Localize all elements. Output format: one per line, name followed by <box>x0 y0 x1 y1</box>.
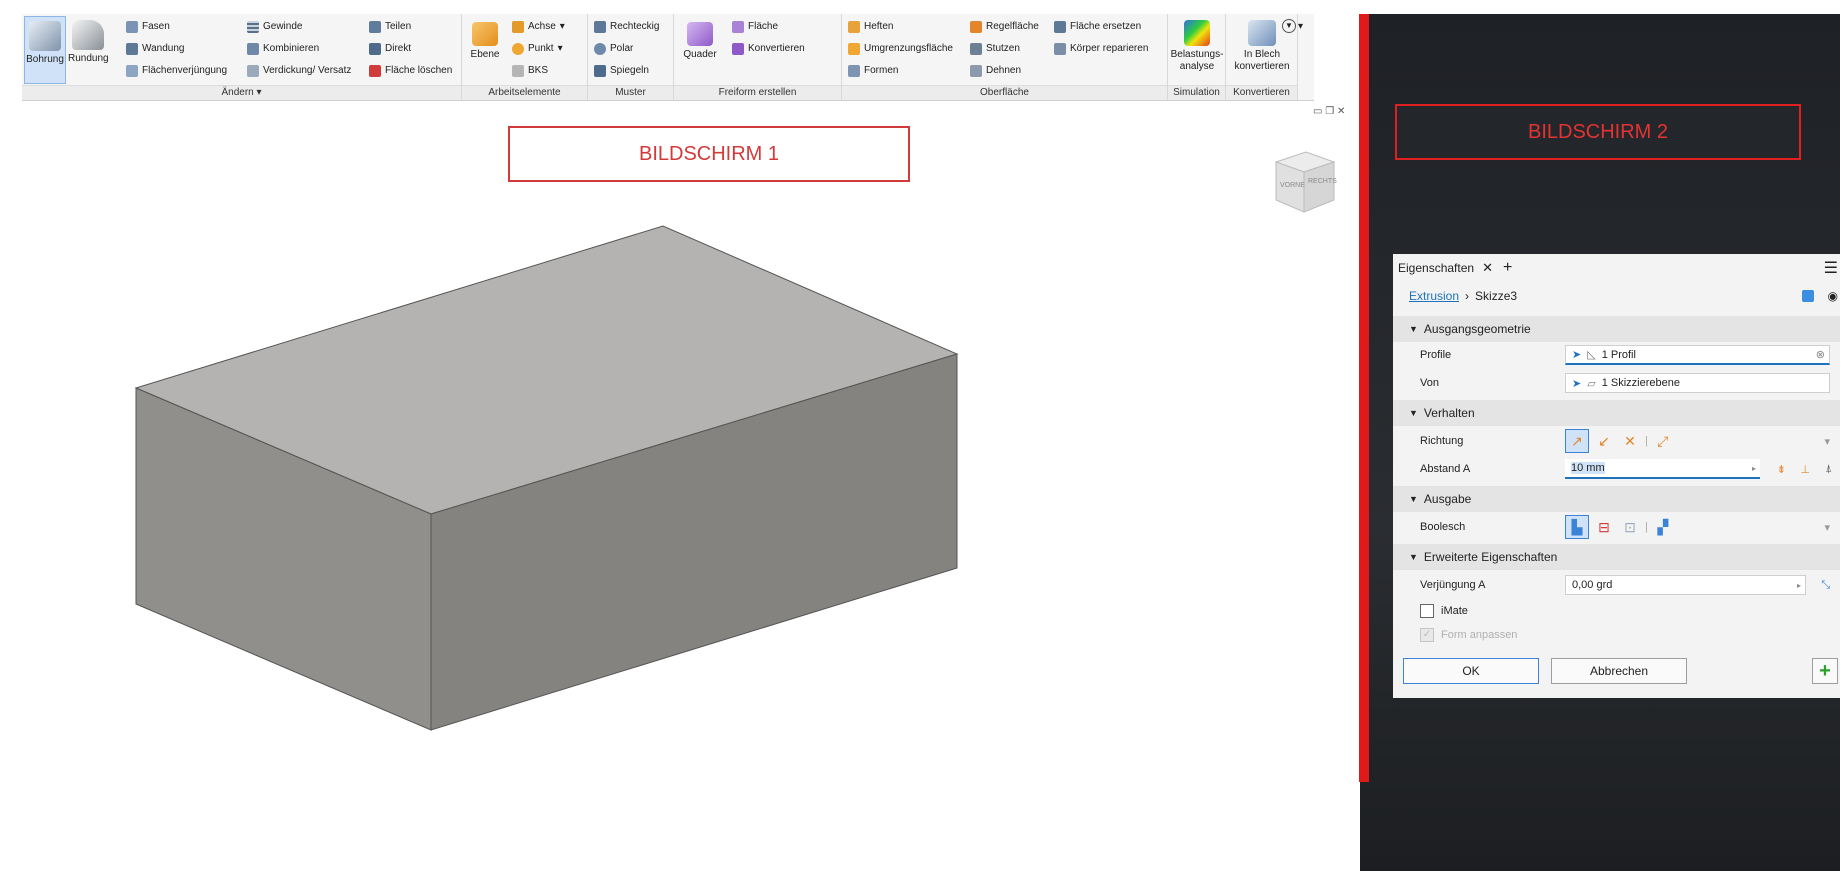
breadcrumb: Extrusion › Skizze3 ◉ <box>1393 282 1840 310</box>
clear-selection-icon[interactable]: ⊗ <box>1816 348 1825 361</box>
join-icon[interactable]: ▙ <box>1565 515 1589 539</box>
von-label: Von <box>1420 377 1439 389</box>
collapse-arrow-icon: ▼ <box>1409 324 1418 334</box>
select-arrow-icon: ➤ <box>1572 349 1582 361</box>
imate-checkbox[interactable] <box>1420 604 1434 618</box>
section-verhalten[interactable]: ▼ Verhalten <box>1393 400 1840 426</box>
chevron-down-icon[interactable]: ▾ <box>1824 521 1830 534</box>
profile-value: 1 Profil <box>1601 348 1636 361</box>
close-tab-icon[interactable]: ✕ <box>1482 260 1493 276</box>
breadcrumb-current: Skizze3 <box>1475 289 1518 303</box>
screen2-label: BILDSCHIRM 2 <box>1395 104 1801 160</box>
abstand-label: Abstand A <box>1420 463 1471 475</box>
collapse-arrow-icon: ▼ <box>1409 552 1418 562</box>
to-face-icon[interactable]: ⊥ <box>1800 463 1810 476</box>
boolesch-row: Boolesch ▙ ⊟ ⊡ | ▞ ▾ <box>1393 514 1840 540</box>
direction-asymmetric-icon[interactable]: ⤢ <box>1652 430 1674 452</box>
section-ausgabe-title: Ausgabe <box>1423 492 1472 506</box>
direction-flipped-icon[interactable]: ↙ <box>1593 430 1615 452</box>
add-button[interactable]: + <box>1812 658 1838 684</box>
section-erweitert-title: Erweiterte Eigenschaften <box>1423 550 1558 564</box>
verjuengung-row: Verjüngung A 0,00 grd ▸ ⤡ <box>1393 572 1840 598</box>
viewcube-right-label[interactable]: RECHTS <box>1308 178 1337 185</box>
plus-icon: + <box>1819 659 1831 682</box>
breadcrumb-link-extrusion[interactable]: Extrusion <box>1409 289 1459 303</box>
von-selector[interactable]: ➤ ▱ 1 Skizzierebene <box>1565 373 1830 393</box>
boolesch-options: ▙ ⊟ ⊡ | ▞ <box>1565 515 1674 539</box>
intersect-icon[interactable]: ⊡ <box>1619 516 1641 538</box>
abstand-value: 10 mm <box>1571 462 1605 474</box>
sketch-plane-icon: ▱ <box>1587 377 1596 390</box>
direction-symmetric-icon[interactable]: ✕ <box>1619 430 1641 452</box>
toolbar-separator: | <box>1645 521 1648 533</box>
direction-default-icon[interactable]: ↗ <box>1565 429 1589 453</box>
form-anpassen-row: ✓ Form anpassen <box>1393 622 1840 648</box>
imate-row: iMate <box>1393 598 1840 624</box>
top-strip <box>1360 0 1840 14</box>
section-verhalten-title: Verhalten <box>1423 406 1475 420</box>
screen-divider <box>1359 14 1369 782</box>
flip-taper-icon[interactable]: ⤡ <box>1821 579 1830 592</box>
profile-selector[interactable]: ➤ ◺ 1 Profil ⊗ <box>1565 345 1830 365</box>
properties-tab[interactable]: Eigenschaften <box>1398 261 1474 275</box>
section-ausgangsgeometrie-title: Ausgangsgeometrie <box>1423 322 1531 336</box>
chevron-right-icon: › <box>1465 289 1470 303</box>
toolbar-separator: | <box>1645 435 1648 447</box>
collapse-arrow-icon: ▼ <box>1409 408 1418 418</box>
abbrechen-button[interactable]: Abbrechen <box>1551 658 1687 684</box>
profile-label: Profile <box>1420 349 1452 361</box>
richtung-row: Richtung ↗ ↙ ✕ | ⤢ ▾ <box>1393 428 1840 454</box>
ok-button[interactable]: OK <box>1403 658 1539 684</box>
panel-tab-bar: Eigenschaften ✕ + ☰ <box>1393 254 1840 282</box>
profile-row: Profile ➤ ◺ 1 Profil ⊗ <box>1393 342 1840 368</box>
triangle-right-icon[interactable]: ▸ <box>1752 464 1756 473</box>
boolesch-label: Boolesch <box>1420 521 1466 533</box>
profile-shape-icon: ◺ <box>1587 349 1596 361</box>
von-row: Von ➤ ▱ 1 Skizzierebene <box>1393 370 1840 396</box>
select-arrow-icon: ➤ <box>1572 377 1582 390</box>
cut-icon[interactable]: ⊟ <box>1593 516 1615 538</box>
imate-label: iMate <box>1441 605 1468 617</box>
section-erweiterte-eigenschaften[interactable]: ▼ Erweiterte Eigenschaften <box>1393 544 1840 570</box>
new-solid-icon[interactable]: ▞ <box>1652 516 1674 538</box>
eye-icon[interactable]: ◉ <box>1828 289 1838 303</box>
richtung-options: ↗ ↙ ✕ | ⤢ <box>1565 429 1674 453</box>
extruded-box-model[interactable] <box>0 0 1359 871</box>
abstand-row: Abstand A 10 mm ▸ ⇟ ⊥ ⍋ <box>1393 456 1840 482</box>
form-anpassen-checkbox: ✓ <box>1420 628 1434 642</box>
distance-options-icon[interactable]: ⇟ <box>1777 463 1786 476</box>
viewcube-front-label[interactable]: VORNE <box>1280 182 1305 189</box>
form-anpassen-label: Form anpassen <box>1441 629 1518 641</box>
richtung-label: Richtung <box>1420 435 1464 447</box>
chevron-down-icon[interactable]: ▾ <box>1824 435 1830 448</box>
verjuengung-label: Verjüngung A <box>1420 579 1486 591</box>
viewcube[interactable]: VORNE RECHTS <box>1272 148 1337 214</box>
verjuengung-value: 0,00 grd <box>1572 579 1613 591</box>
properties-panel: Eigenschaften ✕ + ☰ Extrusion › Skizze3 … <box>1393 254 1840 698</box>
through-all-icon[interactable]: ⍋ <box>1825 463 1832 476</box>
hamburger-menu-icon[interactable]: ☰ <box>1824 258 1838 278</box>
abstand-input[interactable]: 10 mm ▸ <box>1565 459 1760 479</box>
section-ausgangsgeometrie[interactable]: ▼ Ausgangsgeometrie <box>1393 316 1840 342</box>
add-tab-icon[interactable]: + <box>1503 259 1512 277</box>
verjuengung-input[interactable]: 0,00 grd ▸ <box>1565 575 1806 595</box>
collapse-arrow-icon: ▼ <box>1409 494 1418 504</box>
section-ausgabe[interactable]: ▼ Ausgabe <box>1393 486 1840 512</box>
von-value: 1 Skizzierebene <box>1601 377 1680 389</box>
body-icon[interactable] <box>1802 290 1814 302</box>
triangle-right-icon[interactable]: ▸ <box>1797 581 1801 590</box>
